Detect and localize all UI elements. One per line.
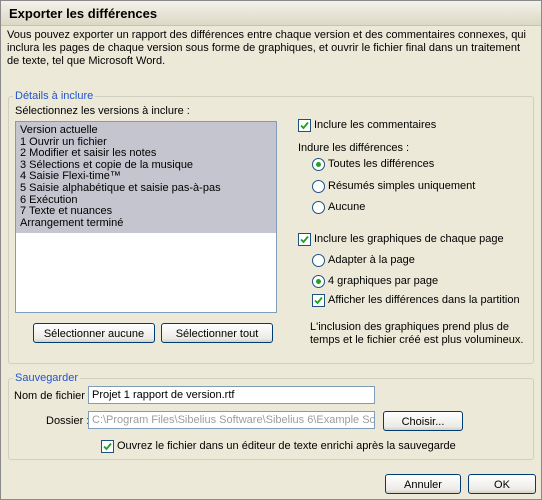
radio-simple-summaries-label: Résumés simples uniquement (328, 180, 476, 192)
version-list-item[interactable]: 7 Texte et nuances (20, 206, 272, 218)
intro-text: Vous pouvez exporter un rapport des diff… (7, 29, 526, 67)
version-list-item[interactable]: Version actuelle (20, 124, 272, 137)
radio-four-per-page[interactable] (312, 275, 325, 288)
include-differences-label: Indure les différences : (298, 142, 410, 154)
versions-listbox[interactable]: Version actuelle 1 Ouvrir un fichier 2 Mod… (15, 121, 277, 313)
versions-label: Sélectionnez les versions à inclure : (15, 105, 190, 117)
radio-fit-page[interactable] (312, 254, 325, 267)
version-list-item[interactable]: Arrangement terminé (20, 217, 272, 230)
details-legend: Détails à inclure (15, 90, 94, 102)
open-after-save-label: Ouvrez le fichier dans un éditeur de tex… (117, 440, 456, 452)
select-all-button[interactable]: Sélectionner tout (161, 323, 273, 343)
include-comments-checkbox[interactable] (298, 119, 311, 132)
filename-field[interactable]: Projet 1 rapport de version.rtf (88, 386, 375, 404)
ok-button[interactable]: OK (468, 474, 536, 494)
select-none-button[interactable]: Sélectionner aucune (33, 323, 155, 343)
include-comments-label: Inclure les commentaires (314, 119, 437, 131)
radio-four-per-page-label: 4 graphiques par page (328, 275, 439, 287)
checkmark-icon (103, 442, 112, 451)
show-differences-checkbox[interactable] (312, 294, 325, 307)
checkmark-icon (300, 235, 309, 244)
checkmark-icon (300, 121, 309, 130)
dialog-title: Exporter les différences (9, 6, 158, 21)
export-differences-dialog: Exporter les différences Vous pouvez exp… (0, 0, 542, 500)
folder-field: C:\Program Files\Sibelius Software\Sibel… (88, 411, 375, 429)
include-graphics-checkbox[interactable] (298, 233, 311, 246)
radio-selected-dot (316, 279, 321, 284)
radio-all-differences-label: Toutes les différences (328, 158, 435, 170)
graphics-note: L'inclusion des graphiques prend plus de… (310, 321, 524, 346)
versions-selection: Version actuelle 1 Ouvrir un fichier 2 Mod… (16, 122, 276, 234)
filename-label: Nom de fichier (14, 390, 85, 402)
radio-none[interactable] (312, 201, 325, 214)
show-differences-label: Afficher les différences dans la partiti… (328, 294, 520, 306)
radio-none-label: Aucune (328, 201, 366, 213)
include-graphics-label: Inclure les graphiques de chaque page (314, 233, 504, 245)
radio-fit-page-label: Adapter à la page (328, 254, 415, 266)
choose-folder-button[interactable]: Choisir... (383, 411, 463, 431)
radio-simple-summaries[interactable] (312, 180, 325, 193)
save-legend: Sauvegarder (15, 372, 78, 384)
radio-selected-dot (316, 162, 321, 167)
radio-all-differences[interactable] (312, 158, 325, 171)
version-list-item[interactable]: 5 Saisie alphabétique et saisie pas-à-pa… (20, 182, 272, 195)
cancel-button[interactable]: Annuler (385, 474, 461, 494)
checkmark-icon (314, 296, 323, 305)
folder-label: Dossier : (46, 415, 90, 427)
title-bar: Exporter les différences (1, 1, 541, 26)
open-after-save-checkbox[interactable] (101, 440, 114, 453)
